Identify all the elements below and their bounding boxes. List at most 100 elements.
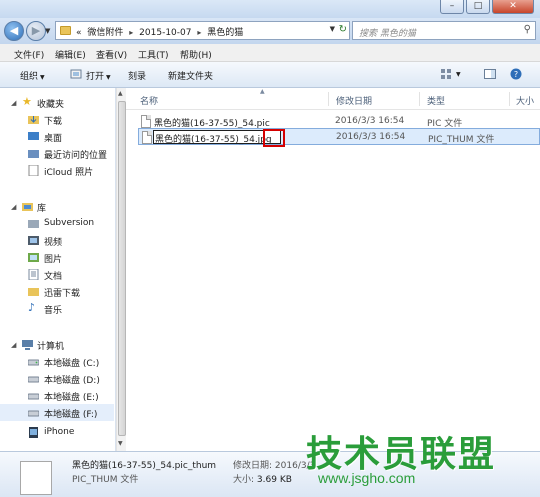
column-type[interactable]: 类型	[427, 94, 445, 107]
nav-label: Subversion	[44, 218, 95, 228]
nav-item-icloud[interactable]: iCloud 照片	[0, 162, 114, 179]
column-size[interactable]: 大小	[516, 94, 534, 107]
close-button[interactable]: ✕	[492, 0, 534, 14]
column-divider[interactable]	[328, 92, 329, 106]
sort-indicator-icon: ▲	[260, 88, 265, 95]
collapse-icon[interactable]: ◢	[11, 203, 16, 211]
scroll-up-icon[interactable]: ▲	[118, 90, 123, 97]
nav-item-videos[interactable]: 视频	[0, 232, 114, 249]
column-header-row: ▲ 名称 修改日期 类型 大小	[126, 88, 540, 110]
recent-places-icon	[28, 148, 39, 159]
preview-pane-icon[interactable]	[484, 68, 496, 80]
nav-computer[interactable]: ◢ 计算机	[0, 336, 114, 353]
nav-label: 本地磁盘 (C:)	[44, 359, 100, 369]
nav-item-pictures[interactable]: 图片	[0, 249, 114, 266]
address-dropdown-icon[interactable]: ▼	[330, 25, 335, 33]
column-divider[interactable]	[509, 92, 510, 106]
svg-text:?: ?	[514, 70, 518, 79]
breadcrumb-separator[interactable]: ▸	[129, 28, 133, 37]
nav-item-drive-e[interactable]: 本地磁盘 (E:)	[0, 387, 114, 404]
nav-item-desktop[interactable]: 桌面	[0, 128, 114, 145]
nav-item-iphone[interactable]: iPhone	[0, 424, 114, 441]
nav-label: 迅雷下载	[44, 289, 81, 299]
scroll-down-icon[interactable]: ▼	[118, 440, 123, 447]
help-icon[interactable]: ?	[510, 68, 522, 80]
burn-button[interactable]: 刻录	[128, 69, 146, 82]
menu-edit[interactable]: 编辑(E)	[55, 48, 86, 61]
nav-label: 本地磁盘 (E:)	[44, 393, 99, 403]
recent-pages-dropdown[interactable]: ▼	[45, 27, 50, 35]
breadcrumb-item[interactable]: 2015-10-07	[139, 28, 191, 38]
nav-label: 本地磁盘 (F:)	[44, 410, 98, 420]
collapse-icon[interactable]: ◢	[11, 341, 16, 349]
open-button[interactable]: 打开 ▼	[86, 69, 111, 82]
menu-help[interactable]: 帮助(H)	[180, 48, 212, 61]
nav-item-drive-f[interactable]: 本地磁盘 (F:)	[0, 404, 114, 421]
nav-item-recent[interactable]: 最近访问的位置	[0, 145, 114, 162]
nav-item-music[interactable]: ♪ 音乐	[0, 300, 114, 317]
nav-item-thunder-downloads[interactable]: 迅雷下载	[0, 283, 114, 300]
music-icon: ♪	[28, 301, 36, 314]
breadcrumb: « 微信附件 ▸ 2015-10-07 ▸ 黑色的猫	[76, 25, 246, 38]
nav-favorites[interactable]: ◢ ★ 收藏夹	[0, 94, 114, 111]
nav-label: 音乐	[44, 306, 63, 316]
subversion-icon	[28, 218, 39, 229]
forward-button[interactable]: ▶	[26, 21, 46, 41]
file-row-selected[interactable]: 黑色的猫(16-37-55)_54.jpg 2016/3/3 16:54 PIC…	[138, 128, 540, 147]
file-type: PIC_THUM 文件	[428, 135, 495, 145]
file-icon	[142, 131, 152, 144]
rename-input[interactable]: 黑色的猫(16-37-55)_54.jpg	[153, 129, 285, 147]
nav-label: 计算机	[37, 342, 65, 352]
column-name[interactable]: 名称	[140, 94, 158, 107]
open-icon	[70, 68, 82, 80]
nav-label: 文档	[44, 272, 63, 282]
iphone-icon	[28, 427, 39, 438]
search-input[interactable]: 搜索 黑色的猫 ⚲	[352, 21, 536, 40]
nav-scrollbar[interactable]: ▲ ▼	[116, 88, 126, 451]
column-modified[interactable]: 修改日期	[336, 94, 372, 107]
maximize-button[interactable]: □	[466, 0, 490, 14]
nav-item-subversion[interactable]: Subversion	[0, 215, 114, 232]
nav-item-downloads[interactable]: 下载	[0, 111, 114, 128]
nav-label: 下载	[44, 117, 63, 127]
refresh-icon[interactable]: ↻	[339, 24, 347, 35]
breadcrumb-item[interactable]: 微信附件	[87, 28, 123, 38]
search-icon[interactable]: ⚲	[524, 24, 531, 35]
scroll-thumb[interactable]	[118, 101, 126, 436]
column-divider[interactable]	[419, 92, 420, 106]
menu-tools[interactable]: 工具(T)	[138, 48, 169, 61]
documents-icon	[28, 268, 39, 281]
file-list: ▲ 名称 修改日期 类型 大小 黑色的猫(16-37-55)_54.pic 20…	[126, 88, 540, 451]
back-button[interactable]: ◀	[4, 21, 24, 41]
collapse-icon[interactable]: ◢	[11, 99, 16, 107]
breadcrumb-item[interactable]: 黑色的猫	[207, 28, 243, 38]
new-folder-button[interactable]: 新建文件夹	[168, 69, 213, 82]
menu-file[interactable]: 文件(F)	[14, 48, 44, 61]
thunder-download-icon	[28, 286, 39, 297]
address-bar[interactable]: « 微信附件 ▸ 2015-10-07 ▸ 黑色的猫 ▼ ↻	[55, 21, 350, 40]
hard-drive-icon	[27, 356, 40, 367]
nav-libraries[interactable]: ◢ 库	[0, 198, 114, 215]
nav-item-drive-c[interactable]: 本地磁盘 (C:)	[0, 353, 114, 370]
view-options-icon[interactable]	[440, 68, 452, 80]
nav-label: 视频	[44, 238, 63, 248]
breadcrumb-overflow[interactable]: «	[76, 28, 82, 38]
file-icon	[141, 115, 151, 128]
view-dropdown-icon[interactable]: ▼	[456, 71, 461, 78]
organize-label: 组织	[20, 72, 39, 82]
nav-item-drive-d[interactable]: 本地磁盘 (D:)	[0, 370, 114, 387]
chevron-down-icon: ▼	[106, 74, 111, 81]
details-modified-label: 修改日期:	[233, 461, 273, 471]
breadcrumb-separator[interactable]: ▸	[197, 28, 201, 37]
nav-label: 库	[37, 204, 47, 214]
icloud-photos-icon	[28, 164, 39, 177]
menu-view[interactable]: 查看(V)	[96, 48, 127, 61]
folder-icon	[60, 26, 71, 35]
organize-button[interactable]: 组织 ▼	[20, 69, 45, 82]
minimize-button[interactable]: –	[440, 0, 464, 14]
file-thumbnail-icon	[20, 461, 52, 495]
details-size-value: 3.69 KB	[256, 475, 292, 485]
nav-item-documents[interactable]: 文档	[0, 266, 114, 283]
search-placeholder: 搜索 黑色的猫	[359, 29, 416, 39]
hard-drive-icon	[27, 407, 40, 418]
